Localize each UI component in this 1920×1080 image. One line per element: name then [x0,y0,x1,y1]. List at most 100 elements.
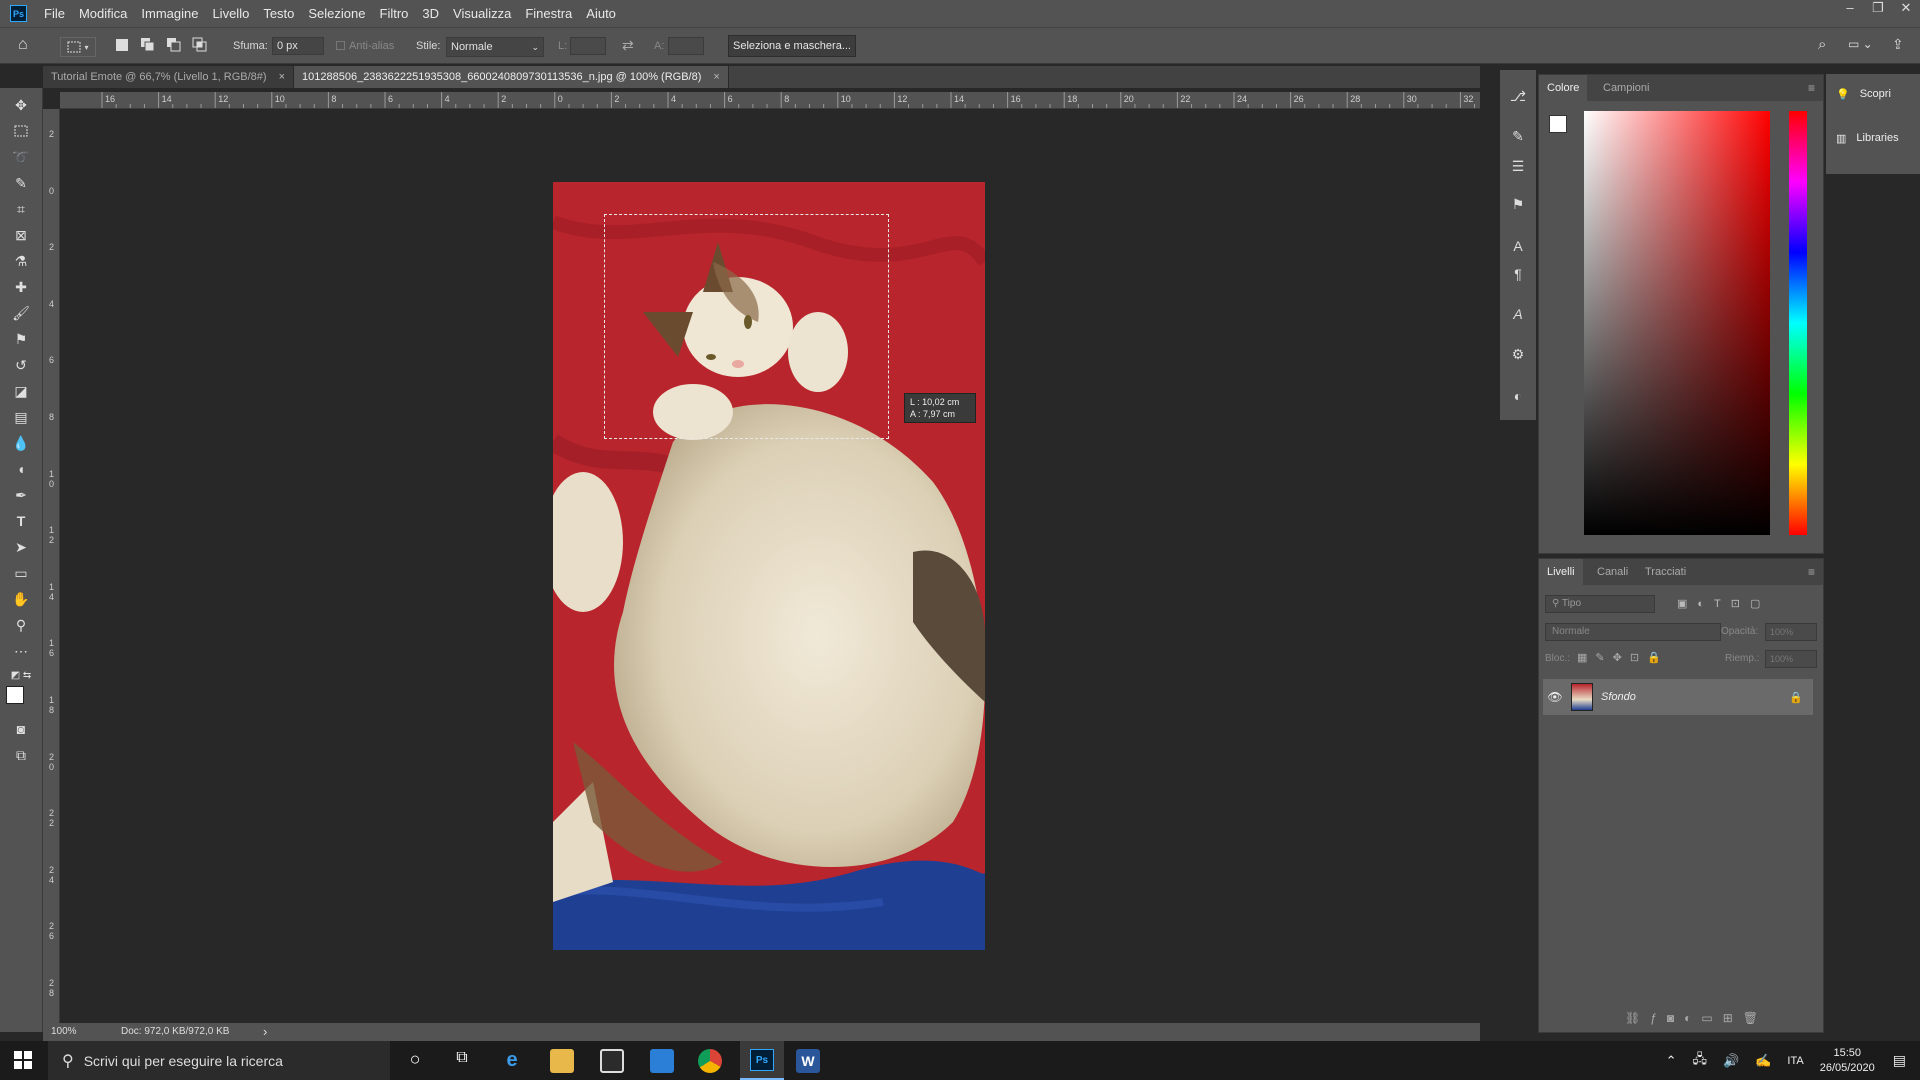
input-language[interactable]: ITA [1787,1055,1803,1067]
foreground-color-swatch[interactable] [6,686,24,704]
rectangle-tool-icon[interactable]: ▭ [8,562,34,584]
menu-filtro[interactable]: Filtro [373,6,416,21]
menu-aiuto[interactable]: Aiuto [579,6,623,21]
menu-livello[interactable]: Livello [205,6,256,21]
network-icon[interactable]: 🖧 [1693,1050,1708,1072]
dodge-tool-icon[interactable]: ◖ [8,458,34,480]
type-tool-icon[interactable]: T [8,510,34,532]
default-colors-icon[interactable]: ◩ ⇆ [8,664,34,686]
close-icon[interactable]: ✕ [1892,0,1920,22]
subtract-selection-icon[interactable] [166,37,182,53]
eraser-tool-icon[interactable]: ◪ [8,380,34,402]
add-selection-icon[interactable] [140,37,156,53]
new-selection-icon[interactable] [116,39,128,51]
hue-slider[interactable] [1789,111,1807,535]
tab-close-icon[interactable]: × [279,71,285,83]
tab-campioni[interactable]: Campioni [1595,75,1657,101]
swap-dimensions-icon[interactable]: ⇄ [622,37,634,57]
menu-3d[interactable]: 3D [415,6,446,21]
workspace-icon[interactable]: ▭ ⌄ [1848,37,1878,57]
tab-close-icon[interactable]: × [713,71,719,83]
gradient-tool-icon[interactable]: ▤ [8,406,34,428]
mail-icon[interactable] [650,1049,674,1073]
tab-livelli[interactable]: Livelli [1539,559,1583,585]
color-picker-field[interactable] [1584,111,1770,535]
blur-tool-icon[interactable]: 💧 [8,432,34,454]
brushes-panel-icon[interactable]: ✎ [1509,128,1527,146]
more-tools-icon[interactable]: ⋯ [8,640,34,662]
restore-icon[interactable]: ❐ [1864,0,1892,22]
tray-up-arrow-icon[interactable]: ⌃ [1666,1053,1677,1069]
tab-cat-photo[interactable]: 101288506_2383622251935308_6600240809730… [294,66,729,88]
tab-colore[interactable]: Colore [1539,75,1588,101]
clone-stamp-tool-icon[interactable]: ⚑ [8,328,34,350]
rect-marquee-preset-icon[interactable]: ▾ [60,37,96,57]
notification-icon[interactable]: ▤ [1893,1052,1906,1069]
clone-source-panel-icon[interactable]: ⚑ [1509,196,1527,214]
intersect-selection-icon[interactable] [192,37,208,53]
share-icon[interactable]: ⇪ [1892,36,1904,56]
eyedropper-tool-icon[interactable]: ⚗ [8,250,34,272]
volume-icon[interactable]: 🔊 [1723,1053,1739,1069]
quick-mask-icon[interactable]: ◙ [8,718,34,740]
rect-marquee-tool-icon[interactable] [8,120,34,142]
discover-button[interactable]: 💡 Scopri [1836,88,1891,101]
healing-brush-tool-icon[interactable]: ✚ [8,276,34,298]
home-icon[interactable]: ⌂ [18,36,38,56]
file-explorer-icon[interactable] [550,1049,574,1073]
adjustments-panel-icon[interactable]: ☰ [1509,158,1527,176]
properties-panel-icon[interactable]: ⚙ [1509,346,1527,364]
status-menu-arrow[interactable]: › [263,1024,267,1039]
store-icon[interactable] [600,1049,624,1073]
paragraph-panel-icon[interactable]: ¶ [1509,266,1527,284]
menu-testo[interactable]: Testo [256,6,301,21]
panel-menu-icon[interactable]: ≡ [1800,75,1823,101]
panel-menu-icon[interactable]: ≡ [1800,559,1823,585]
screen-mode-icon[interactable]: ⧉ [8,744,34,766]
brush-tool-icon[interactable]: 🖌 [8,302,34,324]
pen-icon[interactable]: ✍ [1755,1053,1771,1069]
layer-filter-icons[interactable]: ▣◐T⊡▢ [1677,597,1770,610]
cortana-icon[interactable]: ○ [403,1049,427,1073]
pen-tool-icon[interactable]: ✒ [8,484,34,506]
history-brush-tool-icon[interactable]: ↺ [8,354,34,376]
character-panel-icon[interactable]: A [1509,238,1527,256]
quick-select-tool-icon[interactable]: ✎ [8,172,34,194]
select-and-mask-button[interactable]: Seleziona e maschera... [728,35,856,57]
style-select[interactable]: Normale ⌄ [446,37,544,57]
width-input[interactable] [570,37,606,55]
word-icon[interactable]: W [796,1049,820,1073]
antialias-checkbox[interactable]: Anti-alias [336,40,394,52]
menu-finestra[interactable]: Finestra [518,6,579,21]
lasso-tool-icon[interactable]: ➰ [8,146,34,168]
opacity-input[interactable]: 100% [1765,623,1817,641]
visibility-eye-icon[interactable]: 👁 [1543,690,1567,704]
feather-input[interactable]: 0 px [272,37,324,55]
windows-start-icon[interactable] [14,1051,32,1069]
edge-icon[interactable]: e [500,1049,524,1073]
taskbar-photoshop-active[interactable]: Ps [740,1041,784,1080]
clock[interactable]: 15:50 26/05/2020 [1820,1046,1875,1076]
frame-tool-icon[interactable]: ⊠ [8,224,34,246]
fg-color-preview[interactable] [1549,115,1567,133]
zoom-tool-icon[interactable]: ⚲ [8,614,34,636]
taskbar-search[interactable]: ⚲ Scrivi qui per eseguire la ricerca [48,1041,390,1080]
glyphs-panel-icon[interactable]: A [1509,306,1527,324]
task-view-icon[interactable]: ⧉ [450,1049,474,1073]
menu-visualizza[interactable]: Visualizza [446,6,518,21]
libraries-button[interactable]: ▥ Libraries [1836,132,1899,145]
selection-marquee[interactable] [604,214,889,439]
crop-tool-icon[interactable]: ⌗ [8,198,34,220]
path-select-tool-icon[interactable]: ➤ [8,536,34,558]
tab-tutorial-emote[interactable]: Tutorial Emote @ 66,7% (Livello 1, RGB/8… [43,66,295,88]
menu-immagine[interactable]: Immagine [134,6,205,21]
layers-footer-icons[interactable]: ⛓ƒ◙◐▭⊞🗑 [1625,1011,1768,1025]
tab-canali[interactable]: Canali [1589,559,1636,585]
styles-panel-icon[interactable]: ◐ [1509,388,1527,406]
menu-modifica[interactable]: Modifica [72,6,134,21]
layer-filter-select[interactable]: ⚲ Tipo [1545,595,1655,613]
menu-selezione[interactable]: Selezione [301,6,372,21]
zoom-level[interactable]: 100% [51,1026,77,1037]
chrome-icon[interactable] [698,1049,722,1073]
fill-input[interactable]: 100% [1765,650,1817,668]
